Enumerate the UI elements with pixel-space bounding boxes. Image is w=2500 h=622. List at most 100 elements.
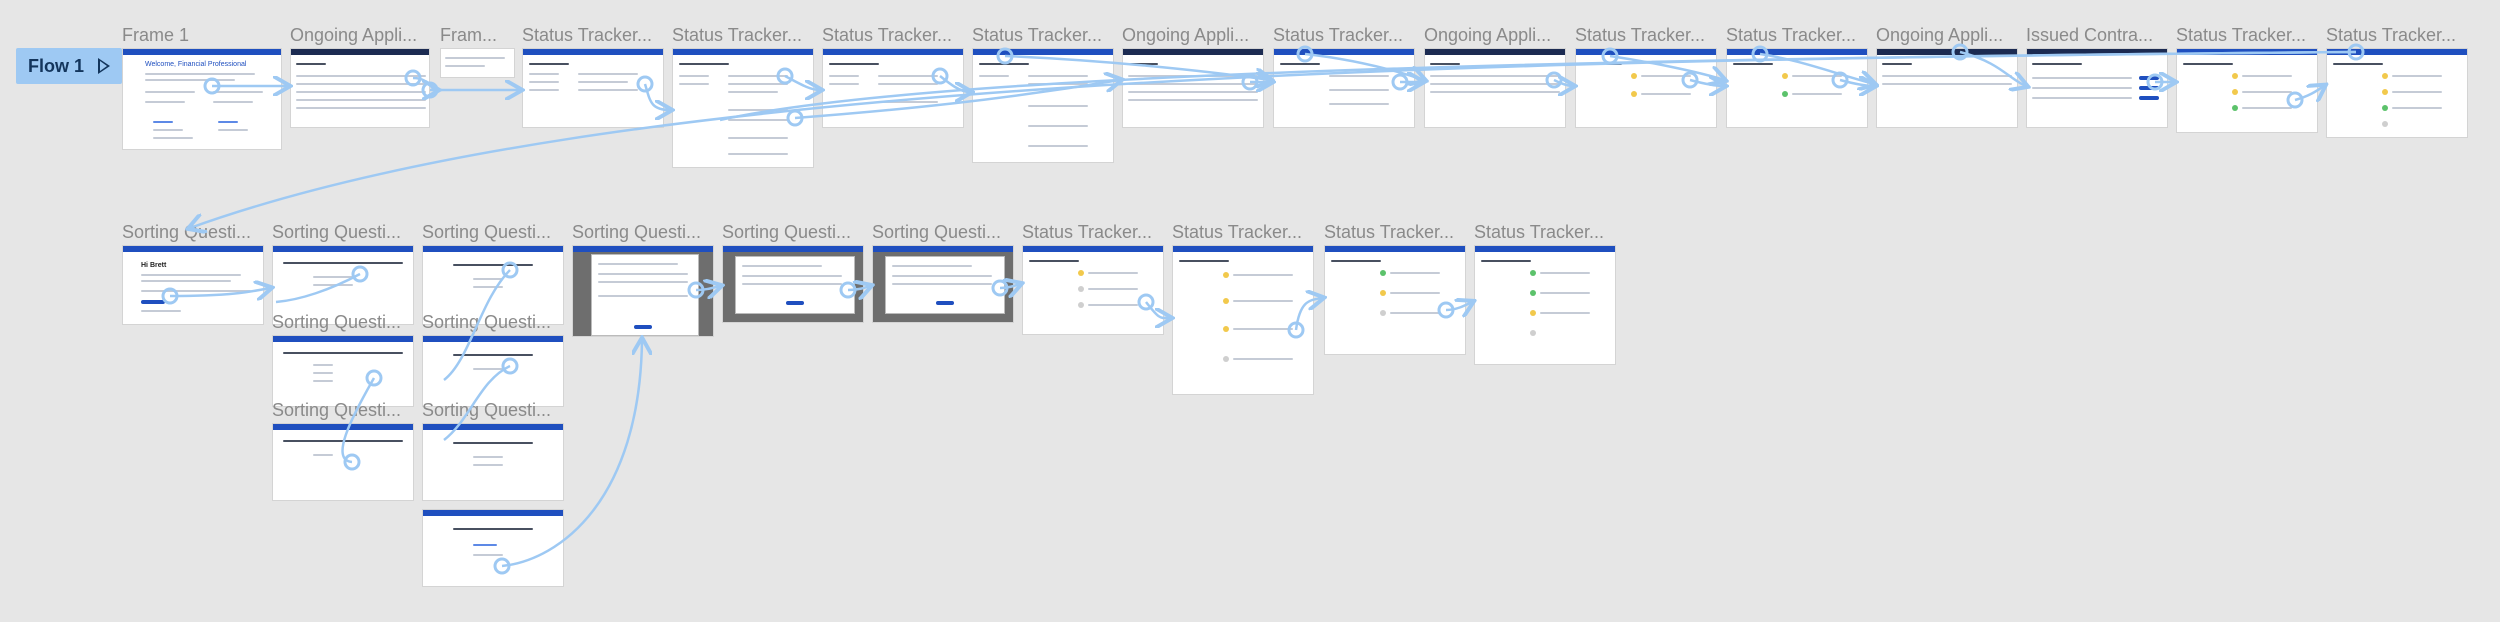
text-line	[892, 283, 992, 285]
frame-title: Sorting Questi...	[122, 222, 252, 242]
text-line	[979, 75, 1009, 77]
frame-s1[interactable]: Sorting Questi... Hi Brett	[122, 222, 264, 327]
frame-s10[interactable]: Sorting Questi...	[872, 222, 1014, 327]
frame-f8[interactable]: Ongoing Appli...	[1122, 25, 1264, 130]
text-line	[1329, 89, 1389, 91]
text-line	[473, 368, 503, 370]
text-line	[578, 89, 638, 91]
frame-thumbnail[interactable]	[1172, 245, 1314, 395]
frame-thumbnail[interactable]	[2026, 48, 2168, 128]
prototype-canvas[interactable]: Flow 1 Frame 1 Welcome, Financial Profes…	[0, 0, 2500, 622]
screen-header-bar	[873, 246, 1013, 252]
frame-thumbnail[interactable]	[972, 48, 1114, 163]
frame-thumbnail[interactable]	[1424, 48, 1566, 128]
text-line	[153, 137, 193, 139]
frame-thumbnail[interactable]	[1022, 245, 1164, 335]
frame-thumbnail[interactable]	[290, 48, 430, 128]
frame-thumbnail[interactable]	[2326, 48, 2468, 138]
frame-thumbnail[interactable]	[822, 48, 964, 128]
frame-thumbnail[interactable]	[422, 335, 564, 407]
start-button[interactable]	[141, 300, 165, 304]
text-line	[529, 63, 569, 65]
frame-thumbnail[interactable]: Welcome, Financial Professional	[122, 48, 282, 150]
screen-header-bar	[291, 49, 429, 55]
frame-thumbnail[interactable]	[1474, 245, 1616, 365]
text-line	[1179, 260, 1229, 262]
text-line	[1540, 292, 1590, 294]
modal-button[interactable]	[936, 301, 954, 305]
text-line	[1233, 300, 1293, 302]
frame-s7b[interactable]	[422, 486, 564, 591]
modal-button[interactable]	[786, 301, 804, 305]
frame-thumbnail[interactable]	[1726, 48, 1868, 128]
status-dot	[1530, 330, 1536, 336]
frame-f3[interactable]: Fram...	[440, 25, 515, 85]
frame-title: Sorting Questi...	[722, 222, 852, 242]
screen-header-bar	[2177, 49, 2317, 55]
frame-f12[interactable]: Status Tracker...	[1726, 25, 1868, 130]
play-icon[interactable]	[98, 58, 111, 74]
frame-f6[interactable]: Status Tracker...	[822, 25, 964, 130]
text-line	[578, 81, 628, 83]
frame-f5[interactable]: Status Tracker...	[672, 25, 814, 170]
frame-thumbnail[interactable]	[722, 245, 864, 323]
frame-thumbnail[interactable]	[2176, 48, 2318, 133]
frame-f14[interactable]: Issued Contra...	[2026, 25, 2168, 130]
frame-thumbnail[interactable]	[672, 48, 814, 168]
text-line	[742, 283, 842, 285]
frame-thumbnail[interactable]	[272, 335, 414, 407]
frame-t2[interactable]: Status Tracker...	[1172, 222, 1314, 397]
frame-thumbnail[interactable]	[522, 48, 664, 128]
frame-thumbnail[interactable]	[1273, 48, 1415, 128]
screen-header-bar	[1023, 246, 1163, 252]
text-line	[1088, 272, 1138, 274]
text-line	[1540, 272, 1590, 274]
modal-button[interactable]	[634, 325, 652, 329]
frame-thumbnail[interactable]	[1122, 48, 1264, 128]
text-line	[1280, 63, 1320, 65]
frame-thumbnail[interactable]: Hi Brett	[122, 245, 264, 325]
flow-start-badge[interactable]: Flow 1	[16, 48, 122, 84]
text-line	[453, 528, 533, 530]
frame-thumbnail[interactable]	[1575, 48, 1717, 128]
text-line	[141, 310, 181, 312]
frame-t4[interactable]: Status Tracker...	[1474, 222, 1616, 367]
frame-thumbnail[interactable]	[440, 48, 515, 78]
frame-thumbnail[interactable]	[422, 509, 564, 587]
action-pill	[2139, 96, 2159, 100]
screen-header-bar	[1173, 246, 1313, 252]
frame-thumbnail[interactable]	[272, 423, 414, 501]
frame-s8[interactable]: Sorting Questi...	[572, 222, 714, 342]
frame-f11[interactable]: Status Tracker...	[1575, 25, 1717, 130]
frame-thumbnail[interactable]	[572, 245, 714, 337]
frame-f10[interactable]: Ongoing Appli...	[1424, 25, 1566, 130]
screen-header-bar	[2027, 49, 2167, 55]
text-line	[296, 63, 326, 65]
frame-f15[interactable]: Status Tracker...	[2176, 25, 2318, 135]
text-line	[453, 264, 533, 266]
frame-s9[interactable]: Sorting Questi...	[722, 222, 864, 327]
frame-s4[interactable]: Sorting Questi...	[272, 400, 414, 505]
frame-title: Status Tracker...	[822, 25, 953, 45]
frame-thumbnail[interactable]	[872, 245, 1014, 323]
frame-f9[interactable]: Status Tracker...	[1273, 25, 1415, 130]
text-line	[1028, 83, 1088, 85]
frame-f16[interactable]: Status Tracker...	[2326, 25, 2468, 140]
frame-t3[interactable]: Status Tracker...	[1324, 222, 1466, 357]
frame-f1[interactable]: Frame 1 Welcome, Financial Professional	[122, 25, 282, 150]
frame-title: Status Tracker...	[1022, 222, 1153, 242]
text-line	[728, 91, 778, 93]
frame-f7[interactable]: Status Tracker...	[972, 25, 1114, 165]
frame-t1[interactable]: Status Tracker...	[1022, 222, 1164, 337]
frame-thumbnail[interactable]	[1324, 245, 1466, 355]
text-line	[679, 75, 709, 77]
frame-title: Status Tracker...	[1726, 25, 1857, 45]
text-line	[2242, 107, 2292, 109]
frame-f13[interactable]: Ongoing Appli...	[1876, 25, 2018, 130]
text-line	[473, 278, 503, 280]
frame-f2[interactable]: Ongoing Appli...	[290, 25, 430, 130]
modal-dialog	[591, 254, 699, 336]
frame-thumbnail[interactable]	[1876, 48, 2018, 128]
frame-f4[interactable]: Status Tracker...	[522, 25, 664, 130]
text-line	[213, 101, 253, 103]
